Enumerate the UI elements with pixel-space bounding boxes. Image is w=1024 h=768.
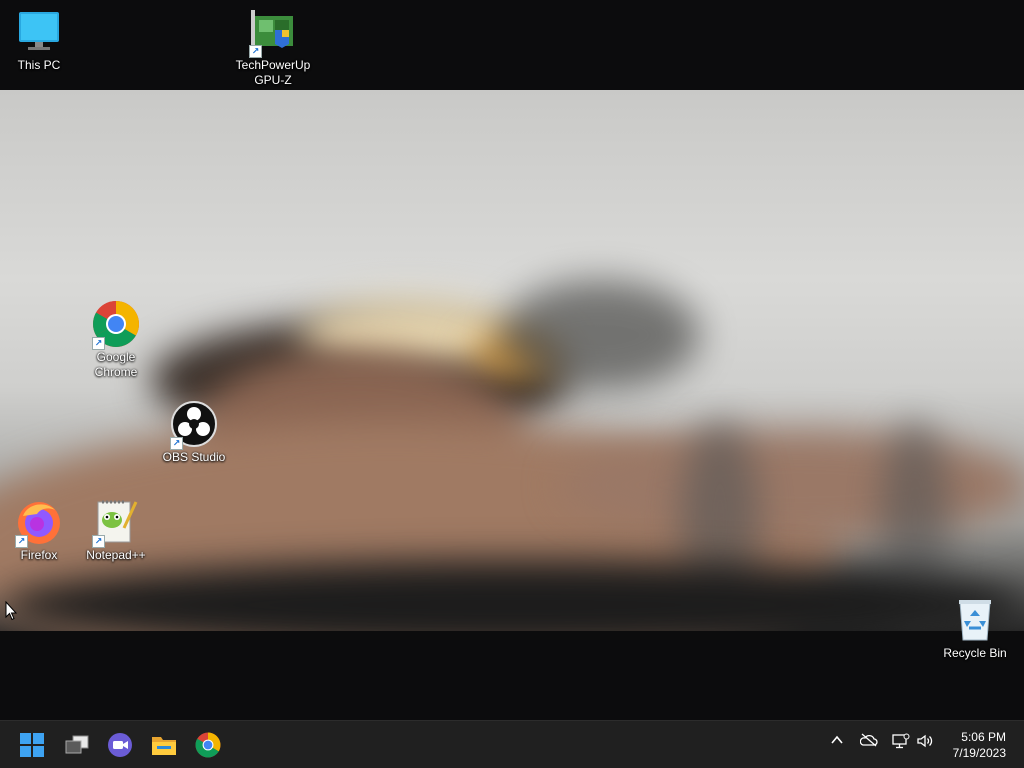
network-icon [892, 733, 910, 749]
task-view-icon [65, 735, 89, 754]
firefox-icon: ↗ [15, 498, 63, 548]
chevron-up-icon [831, 735, 843, 744]
desktop-icon-this-pc[interactable]: This PC [0, 8, 79, 73]
desktop-icon-google-chrome[interactable]: ↗ Google Chrome [76, 300, 156, 380]
desktop-icon-notepad-plus-plus[interactable]: ↗ Notepad++ [76, 498, 156, 563]
desktop: This PC ↗ TechPowerUp GPU-Z ↗ Google Chr… [0, 0, 1024, 720]
desktop-icon-label: This PC [17, 58, 61, 72]
shortcut-arrow-icon: ↗ [15, 535, 28, 548]
clock-time: 5:06 PM [961, 730, 1006, 744]
task-view-button[interactable] [61, 729, 93, 761]
start-icon [20, 733, 44, 757]
notepad-plus-plus-icon: ↗ [92, 498, 140, 548]
desktop-icon-firefox[interactable]: ↗ Firefox [0, 498, 79, 563]
shortcut-arrow-icon: ↗ [249, 45, 262, 58]
clock-date: 7/19/2023 [952, 746, 1006, 760]
obs-icon: ↗ [170, 400, 218, 450]
mouse-pointer-icon [5, 600, 18, 626]
chrome-icon: ↗ [92, 300, 140, 350]
chrome-taskbar-button[interactable] [192, 729, 224, 761]
desktop-icon-label: Google Chrome [94, 350, 138, 379]
clock[interactable]: 5:06 PM 7/19/2023 [953, 729, 1006, 761]
shortcut-arrow-icon: ↗ [170, 437, 183, 450]
file-explorer-icon [152, 737, 176, 755]
desktop-icon-label: Notepad++ [86, 548, 146, 562]
desktop-icon-recycle-bin[interactable]: Recycle Bin [935, 596, 1015, 661]
start-button[interactable] [16, 729, 48, 761]
onedrive-button[interactable] [859, 733, 878, 750]
chat-icon [108, 733, 132, 757]
monitor-icon [15, 8, 63, 56]
volume-icon [917, 734, 933, 748]
desktop-icon-label: TechPowerUp GPU-Z [235, 58, 311, 87]
chat-button[interactable] [104, 729, 136, 761]
recycle-bin-icon [951, 596, 999, 644]
show-hidden-icons-button[interactable] [830, 733, 844, 750]
desktop-icon-label: Recycle Bin [943, 646, 1007, 660]
volume-button[interactable] [916, 733, 934, 752]
desktop-icon-label: OBS Studio [162, 450, 226, 464]
desktop-icon-label: Firefox [20, 548, 58, 562]
network-button[interactable] [892, 733, 910, 752]
shortcut-arrow-icon: ↗ [92, 337, 105, 350]
onedrive-offline-icon [859, 733, 878, 747]
gpu-z-icon: ↗ [249, 8, 297, 58]
file-explorer-button[interactable] [148, 729, 180, 761]
shortcut-arrow-icon: ↗ [92, 535, 105, 548]
desktop-icon-obs-studio[interactable]: ↗ OBS Studio [154, 400, 234, 465]
chrome-icon [195, 732, 221, 758]
taskbar: 5:06 PM 7/19/2023 [0, 720, 1024, 768]
desktop-icon-gpu-z[interactable]: ↗ TechPowerUp GPU-Z [233, 8, 313, 88]
